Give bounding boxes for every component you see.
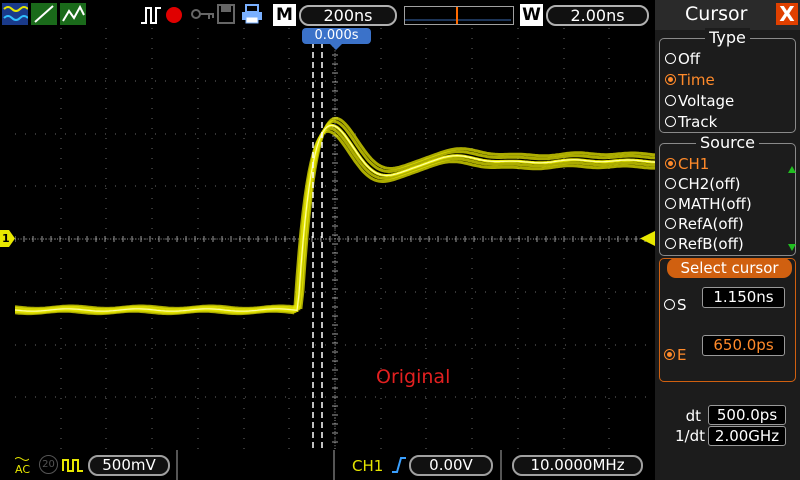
radio-icon — [665, 178, 676, 189]
memory-overview-bar[interactable] — [404, 6, 514, 25]
top-toolbar: M 200ns W 2.00ns — [0, 0, 655, 28]
source-option-refa[interactable]: RefA(off) — [665, 215, 744, 233]
run-stop-icon[interactable] — [165, 6, 183, 24]
trigger-position-label[interactable]: 0.000s — [302, 28, 371, 50]
window-time-value[interactable]: 2.00ns — [546, 5, 649, 26]
print-icon[interactable] — [241, 4, 263, 24]
separator — [333, 450, 335, 480]
main-timebase-badge[interactable]: M — [273, 4, 296, 26]
select-cursor-title: Select cursor — [667, 258, 792, 278]
panel-header: Cursor X — [655, 0, 800, 30]
cursor-s-value[interactable]: 1.150ns — [702, 287, 785, 308]
scroll-down-icon[interactable] — [788, 244, 796, 251]
trigger-source-label[interactable]: CH1 — [352, 457, 383, 475]
key-lock-icon — [191, 9, 214, 19]
radio-icon — [665, 238, 676, 249]
radio-selected-icon — [665, 74, 676, 85]
separator — [176, 450, 178, 480]
separator — [500, 450, 502, 480]
inv-dt-label: 1/dt — [675, 427, 705, 445]
cursor-menu-panel: Cursor X Type Off Time Voltage Track Sou… — [655, 0, 800, 480]
frequency-counter: 10.0000MHz — [512, 455, 643, 476]
bandwidth-limit-icon: 20 — [39, 455, 58, 474]
ch1-waveform-trace — [15, 119, 655, 312]
waveform-display-icon[interactable] — [2, 3, 28, 25]
coupling-label: AC — [15, 463, 31, 476]
radio-icon — [665, 218, 676, 229]
scroll-up-icon[interactable] — [788, 166, 796, 173]
source-option-refb[interactable]: RefB(off) — [665, 235, 744, 253]
dt-value: 500.0ps — [708, 405, 786, 425]
persistence-display-icon[interactable] — [60, 3, 86, 25]
radio-selected-icon — [665, 158, 676, 169]
radio-selected-icon — [664, 349, 675, 360]
type-option-time[interactable]: Time — [665, 71, 715, 89]
vector-display-icon[interactable] — [31, 3, 57, 25]
channel1-ground-marker[interactable]: 1 — [0, 230, 15, 247]
type-option-voltage[interactable]: Voltage — [665, 92, 734, 110]
rising-edge-icon — [392, 457, 406, 473]
inv-dt-value: 2.00GHz — [708, 426, 786, 446]
waveform-graticule — [15, 28, 655, 450]
timebase-value[interactable]: 200ns — [299, 5, 397, 26]
close-button[interactable]: X — [776, 3, 798, 25]
type-group: Type Off Time Voltage Track — [659, 28, 796, 133]
save-disk-icon[interactable] — [217, 4, 235, 24]
coupling-indicator: AC — [14, 453, 31, 476]
radio-icon — [665, 116, 676, 127]
radio-icon — [665, 53, 676, 64]
panel-title: Cursor — [685, 3, 748, 25]
type-option-track[interactable]: Track — [665, 113, 717, 131]
bottom-status-bar: AC 20 500mV CH1 0.00V 10.0000MHz — [0, 450, 655, 480]
coupling-wave-icon — [14, 457, 30, 461]
source-group: Source CH1 CH2(off) MATH(off) RefA(off) … — [659, 133, 796, 256]
trigger-pulse-icon[interactable] — [140, 5, 162, 25]
cursor-e-value[interactable]: 650.0ps — [702, 335, 785, 356]
waveform-plot[interactable] — [15, 28, 655, 450]
type-group-title: Type — [660, 28, 795, 47]
radio-icon — [665, 95, 676, 106]
ch1-volts-div[interactable]: 500mV — [88, 455, 170, 476]
radio-icon — [665, 198, 676, 209]
type-option-off[interactable]: Off — [665, 50, 700, 68]
source-option-ch1[interactable]: CH1 — [665, 155, 709, 173]
dt-label: dt — [685, 407, 701, 425]
watermark-label: Original — [376, 366, 451, 388]
window-badge[interactable]: W — [520, 4, 543, 26]
cursor-e-option[interactable]: E — [664, 346, 686, 364]
invert-icon — [62, 459, 83, 472]
trigger-level-value[interactable]: 0.00V — [409, 455, 493, 476]
cursor-s-option[interactable]: S — [664, 296, 687, 314]
radio-icon — [664, 299, 675, 310]
source-option-ch2[interactable]: CH2(off) — [665, 175, 741, 193]
source-group-title: Source — [660, 133, 795, 152]
source-option-math[interactable]: MATH(off) — [665, 195, 752, 213]
